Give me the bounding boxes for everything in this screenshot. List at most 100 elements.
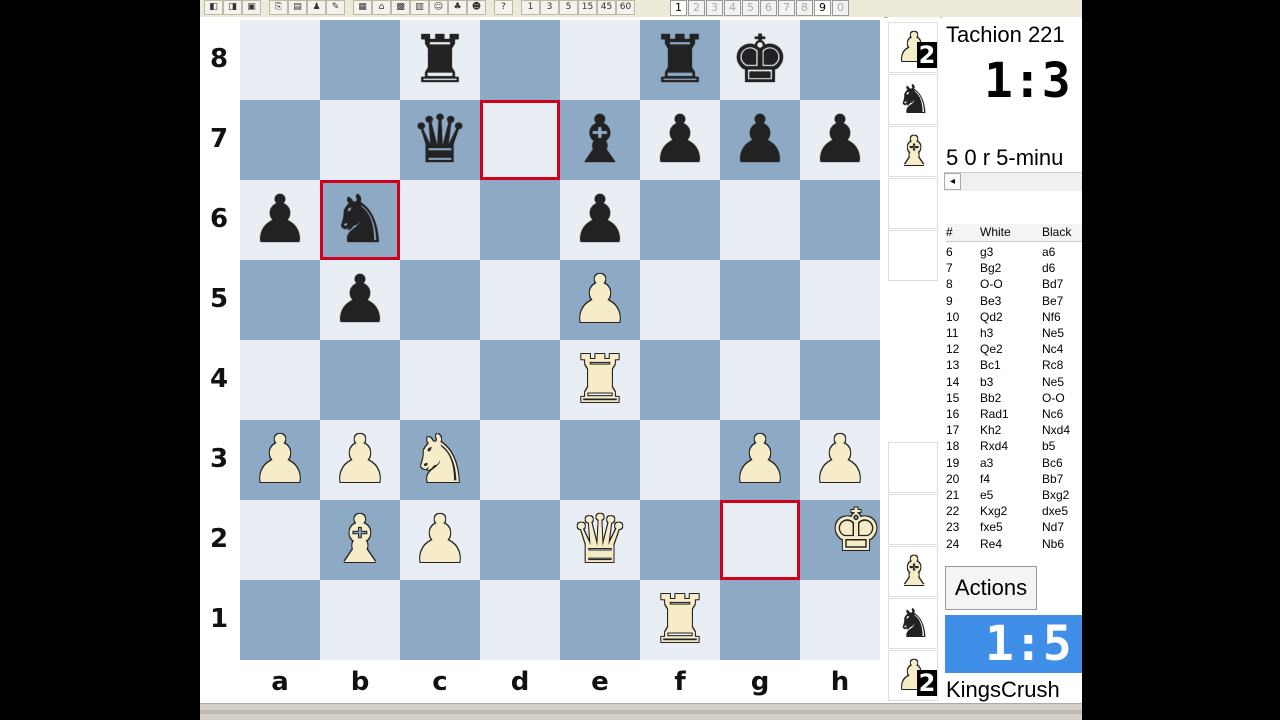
black-pawn-icon[interactable]: ♟ [320,260,400,340]
black-move[interactable]: dxe5 [1042,503,1068,519]
level-5-icon[interactable]: 5 [559,0,578,15]
tree-icon[interactable]: ♣ [448,0,467,15]
square-g2[interactable] [720,500,800,580]
white-king-icon[interactable]: ♚ [816,490,896,570]
white-move[interactable]: Kh2 [980,422,1001,438]
number-button-5[interactable]: 5 [742,0,759,16]
square-d3[interactable] [480,420,560,500]
number-button-9[interactable]: 9 [814,0,831,16]
white-move[interactable]: h3 [980,325,993,341]
square-c1[interactable] [400,580,480,660]
black-move[interactable]: Ne5 [1042,374,1064,390]
paste-icon[interactable]: ▤ [288,0,307,15]
square-e8[interactable] [560,20,640,100]
white-rook-icon[interactable]: ♜ [560,340,640,420]
square-f5[interactable] [640,260,720,340]
black-move[interactable]: Nc4 [1042,341,1063,357]
black-move[interactable]: a6 [1042,244,1055,260]
square-a7[interactable] [240,100,320,180]
black-pawn-icon[interactable]: ♟ [720,100,800,180]
black-move[interactable]: Nb6 [1042,536,1064,552]
white-bishop-icon[interactable]: ♝ [320,500,400,580]
black-pawn-icon[interactable]: ♟ [640,100,720,180]
actions-button[interactable]: Actions [945,566,1037,610]
new-game-icon[interactable]: ◧ [204,0,223,15]
move-row[interactable]: 15 Bb2 O-O [946,390,1082,406]
move-row[interactable]: 23 fxe5 Nd7 [946,519,1082,535]
scroll-left-icon[interactable]: ◂ [944,173,961,190]
black-move[interactable]: d6 [1042,260,1055,276]
black-queen-icon[interactable]: ♛ [400,100,480,180]
black-move[interactable]: Bc6 [1042,455,1063,471]
square-f6[interactable] [640,180,720,260]
square-e3[interactable] [560,420,640,500]
number-button-6[interactable]: 6 [760,0,777,16]
move-row[interactable]: 9 Be3 Be7 [946,293,1082,309]
level-1-icon[interactable]: 1 [521,0,540,15]
engine-icon[interactable]: ♟ [307,0,326,15]
white-move[interactable]: Rad1 [980,406,1009,422]
square-g6[interactable] [720,180,800,260]
level-3-icon[interactable]: 3 [540,0,559,15]
white-knight-icon[interactable]: ♞ [400,420,480,500]
move-row[interactable]: 13 Bc1 Rc8 [946,357,1082,373]
person-icon[interactable]: ☺ [429,0,448,15]
square-d4[interactable] [480,340,560,420]
move-row[interactable]: 8 O-O Bd7 [946,276,1082,292]
white-rook-icon[interactable]: ♜ [640,580,720,660]
move-row[interactable]: 19 a3 Bc6 [946,455,1082,471]
black-move[interactable]: Bb7 [1042,471,1063,487]
black-knight-icon[interactable]: ♞ [320,180,400,260]
list-icon[interactable]: ▦ [353,0,372,15]
black-move[interactable]: Nc6 [1042,406,1063,422]
move-row[interactable]: 12 Qe2 Nc4 [946,341,1082,357]
square-d2[interactable] [480,500,560,580]
save-icon[interactable]: ▣ [242,0,261,15]
number-button-1[interactable]: 1 [670,0,687,16]
black-move[interactable]: O-O [1042,390,1065,406]
square-g1[interactable] [720,580,800,660]
white-move[interactable]: f4 [980,471,990,487]
square-b1[interactable] [320,580,400,660]
white-move[interactable]: O-O [980,276,1003,292]
move-row[interactable]: 6 g3 a6 [946,244,1082,260]
white-move[interactable]: e5 [980,487,993,503]
white-pawn-icon[interactable]: ♟ [240,420,320,500]
square-b4[interactable] [320,340,400,420]
black-king-icon[interactable]: ♚ [720,20,800,100]
white-move[interactable]: Qe2 [980,341,1003,357]
square-a4[interactable] [240,340,320,420]
square-h5[interactable] [800,260,880,340]
number-button-8[interactable]: 8 [796,0,813,16]
white-move[interactable]: Bc1 [980,357,1001,373]
level-15-icon[interactable]: 15 [578,0,597,15]
square-d8[interactable] [480,20,560,100]
board-icon[interactable]: ▥ [410,0,429,15]
copy-icon[interactable]: ⎘ [269,0,288,15]
square-f3[interactable] [640,420,720,500]
square-c5[interactable] [400,260,480,340]
square-h4[interactable] [800,340,880,420]
white-pawn-icon[interactable]: ♟ [400,500,480,580]
square-g5[interactable] [720,260,800,340]
level-45-icon[interactable]: 45 [597,0,616,15]
square-f4[interactable] [640,340,720,420]
black-move[interactable]: Bxg2 [1042,487,1069,503]
black-move[interactable]: Rc8 [1042,357,1063,373]
square-b7[interactable] [320,100,400,180]
square-a1[interactable] [240,580,320,660]
square-d5[interactable] [480,260,560,340]
white-move[interactable]: fxe5 [980,519,1003,535]
number-button-0[interactable]: 0 [832,0,849,16]
number-button-7[interactable]: 7 [778,0,795,16]
white-move[interactable]: Rxd4 [980,438,1008,454]
white-move[interactable]: a3 [980,455,993,471]
black-move[interactable]: Be7 [1042,293,1063,309]
level-60-icon[interactable]: 60 [616,0,635,15]
black-move[interactable]: Bd7 [1042,276,1063,292]
number-button-4[interactable]: 4 [724,0,741,16]
white-move[interactable]: b3 [980,374,993,390]
square-a5[interactable] [240,260,320,340]
square-d7[interactable] [480,100,560,180]
square-d1[interactable] [480,580,560,660]
